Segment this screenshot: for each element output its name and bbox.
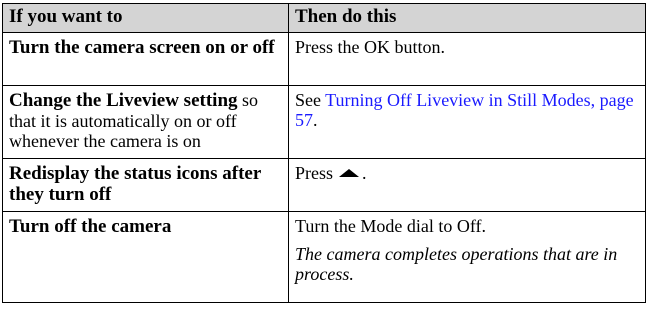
header-if-you-want-to: If you want to (2, 3, 289, 33)
instruction-cell: Turn the Mode dial to Off. The camera co… (288, 211, 646, 303)
instruction-prefix: Press (295, 163, 334, 183)
instruction-cell: Press. (288, 158, 646, 212)
action-cell: Redisplay the status icons after they tu… (2, 158, 289, 212)
table-row: Redisplay the status icons after they tu… (2, 158, 646, 212)
instruction-cell: See Turning Off Liveview in Still Modes,… (288, 85, 646, 159)
liveview-page-link[interactable]: Turning Off Liveview in Still Modes, pag… (295, 90, 634, 130)
up-arrow-icon (339, 169, 360, 177)
table-row: Change the Liveview setting so that it i… (2, 85, 646, 159)
action-text-bold: Change the Liveview setting (9, 90, 238, 111)
table-row: Turn off the camera Turn the Mode dial t… (2, 211, 646, 303)
instruction-prefix: See (295, 90, 326, 110)
action-text: Turn off the camera (9, 216, 172, 237)
instruction-cell: Press the OK button. (288, 32, 646, 86)
table-row: Turn the camera screen on or off Press t… (2, 32, 646, 86)
header-then-do-this: Then do this (288, 3, 646, 33)
action-cell: Change the Liveview setting so that it i… (2, 85, 289, 159)
instruction-note: The camera completes operations that are… (295, 244, 618, 284)
instruction-text: Press the OK button. (295, 37, 445, 57)
instructions-table: If you want to Then do this Turn the cam… (2, 3, 646, 303)
instruction-suffix: . (362, 163, 367, 183)
instruction-text: Turn the Mode dial to Off. (295, 216, 486, 236)
instruction-suffix: . (313, 110, 318, 130)
action-text: Turn the camera screen on or off (9, 37, 275, 58)
action-cell: Turn the camera screen on or off (2, 32, 289, 86)
action-text: Redisplay the status icons after they tu… (9, 163, 261, 205)
action-cell: Turn off the camera (2, 211, 289, 303)
table-header-row: If you want to Then do this (2, 3, 646, 33)
